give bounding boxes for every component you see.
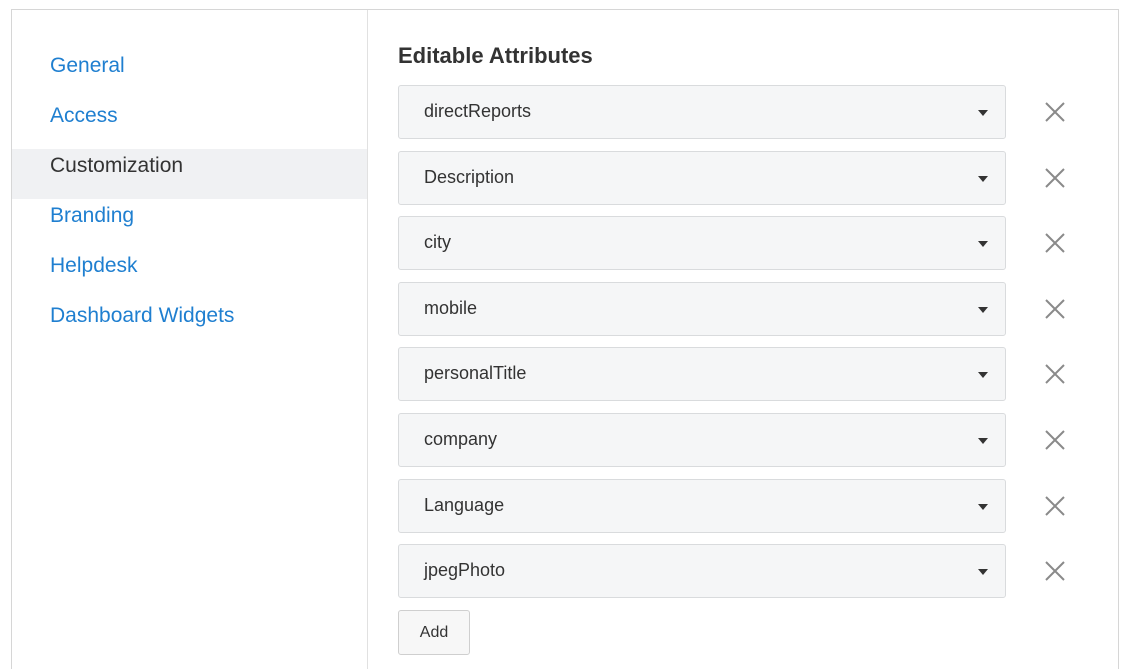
attribute-select[interactable]: Language xyxy=(398,478,1006,533)
attribute-select[interactable]: city xyxy=(398,216,1006,271)
sidebar-item-dashboard-widgets[interactable]: Dashboard Widgets xyxy=(12,299,367,349)
caret-down-icon xyxy=(978,306,988,313)
sidebar-item-general[interactable]: General xyxy=(12,49,367,99)
close-icon[interactable] xyxy=(1038,161,1072,195)
attribute-select-value: Description xyxy=(424,166,515,187)
close-icon[interactable] xyxy=(1038,292,1072,326)
caret-down-icon xyxy=(978,569,988,576)
attribute-select[interactable]: directReports xyxy=(398,85,1006,139)
settings-sidebar: General Access Customization Branding He… xyxy=(12,10,368,669)
close-icon[interactable] xyxy=(1038,554,1072,588)
caret-down-icon xyxy=(978,372,988,379)
settings-panel: General Access Customization Branding He… xyxy=(11,9,1119,669)
attribute-select[interactable]: jpegPhoto xyxy=(398,544,1006,599)
sidebar-item-branding[interactable]: Branding xyxy=(12,199,367,249)
main-content: Editable Attributes directReports Descri… xyxy=(398,10,1118,669)
section-title: Editable Attributes xyxy=(398,43,593,68)
attribute-select[interactable]: mobile xyxy=(398,281,1006,336)
close-icon[interactable] xyxy=(1038,226,1072,260)
attribute-select-value: city xyxy=(424,232,451,253)
caret-down-icon xyxy=(978,503,988,510)
attribute-select[interactable]: company xyxy=(398,412,1006,467)
close-icon[interactable] xyxy=(1038,489,1072,523)
attribute-select[interactable]: personalTitle xyxy=(398,347,1006,402)
close-icon[interactable] xyxy=(1038,357,1072,391)
sidebar-item-customization[interactable]: Customization xyxy=(12,149,367,199)
attribute-select[interactable]: Description xyxy=(398,150,1006,205)
attribute-select-value: personalTitle xyxy=(424,363,527,384)
caret-down-icon xyxy=(978,241,988,248)
attribute-select-value: directReports xyxy=(424,101,532,121)
caret-down-icon xyxy=(978,175,988,182)
sidebar-item-helpdesk[interactable]: Helpdesk xyxy=(12,249,367,299)
attribute-select-value: company xyxy=(424,428,498,449)
close-icon[interactable] xyxy=(1038,95,1072,129)
caret-down-icon xyxy=(978,110,988,116)
attribute-select-value: jpegPhoto xyxy=(424,560,506,581)
add-attribute-button[interactable]: Add xyxy=(398,610,470,655)
caret-down-icon xyxy=(978,437,988,444)
close-icon[interactable] xyxy=(1038,423,1072,457)
sidebar-item-access[interactable]: Access xyxy=(12,99,367,149)
attribute-select-value: Language xyxy=(424,494,505,515)
attribute-select-value: mobile xyxy=(424,297,478,318)
